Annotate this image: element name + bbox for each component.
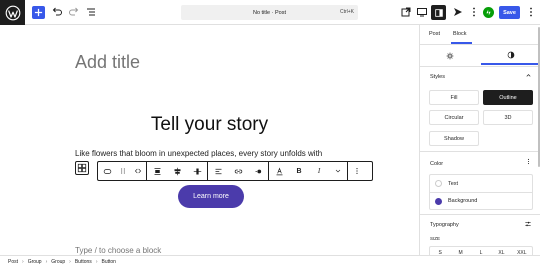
- settings-sidebar-toggle-icon[interactable]: [431, 5, 446, 20]
- jetpack-icon[interactable]: [483, 7, 494, 18]
- chevron-up-icon[interactable]: [525, 72, 532, 81]
- typography-panel-title: Typography: [430, 222, 459, 228]
- panel-divider: [420, 151, 540, 152]
- font-size-label: SIZE: [430, 236, 441, 241]
- story-paragraph[interactable]: Like flowers that bloom in unexpected pl…: [75, 149, 322, 158]
- save-button[interactable]: Save: [499, 6, 520, 19]
- move-arrows-icon[interactable]: [130, 162, 146, 180]
- redo-icon[interactable]: [67, 5, 81, 19]
- settings-gear-icon[interactable]: [420, 49, 480, 63]
- highlight-icon[interactable]: [248, 162, 268, 180]
- button-block-icon[interactable]: [98, 162, 116, 180]
- breadcrumb-separator-icon: ›: [22, 258, 24, 265]
- breadcrumb-item-group[interactable]: Group: [28, 259, 42, 265]
- send-icon[interactable]: [451, 5, 465, 19]
- tab-post[interactable]: Post: [429, 31, 440, 37]
- select-parent-group-button[interactable]: [75, 161, 89, 175]
- breadcrumb-separator-icon: ›: [69, 258, 71, 265]
- text-align-icon[interactable]: [208, 162, 228, 180]
- color-item-background-label: Background: [448, 198, 478, 204]
- font-size-s[interactable]: S: [430, 247, 450, 255]
- font-size-picker: S M L XL XXL: [429, 246, 533, 255]
- chevron-down-icon[interactable]: [329, 162, 347, 180]
- story-heading[interactable]: Tell your story: [0, 114, 419, 136]
- styles-panel-title: Styles: [430, 74, 445, 80]
- undo-icon[interactable]: [50, 5, 64, 19]
- text-color-icon[interactable]: [269, 162, 289, 180]
- breadcrumb-item-button[interactable]: Button: [101, 259, 115, 265]
- color-settings-group: Text Background: [429, 174, 533, 210]
- document-overview-icon[interactable]: [84, 5, 98, 19]
- block-options-icon[interactable]: [348, 162, 365, 180]
- vertical-align-icon[interactable]: [187, 162, 207, 180]
- color-item-text[interactable]: Text: [430, 175, 532, 192]
- styles-contrast-icon[interactable]: [481, 47, 540, 65]
- breadcrumb-item-buttons[interactable]: Buttons: [75, 259, 92, 265]
- font-size-m[interactable]: M: [450, 247, 470, 255]
- document-title-bar[interactable]: No title · Post Ctrl+K: [181, 5, 358, 20]
- align-center-icon[interactable]: [167, 162, 187, 180]
- font-size-xxl[interactable]: XXL: [512, 247, 532, 255]
- block-inspector-tabs: [420, 45, 540, 67]
- view-post-icon[interactable]: [399, 5, 413, 19]
- style-option-outline[interactable]: Outline: [483, 90, 533, 105]
- font-size-xl[interactable]: XL: [491, 247, 511, 255]
- style-option-circular[interactable]: Circular: [429, 110, 479, 125]
- editor-top-bar: No title · Post Ctrl+K Save: [0, 0, 540, 25]
- breadcrumb-item-post[interactable]: Post: [8, 259, 18, 265]
- post-title-input[interactable]: Add title: [75, 52, 140, 73]
- options-kebab-icon[interactable]: [467, 5, 481, 19]
- more-options-icon[interactable]: [524, 5, 538, 19]
- style-option-fill[interactable]: Fill: [429, 90, 479, 105]
- breadcrumb-separator-icon: ›: [95, 258, 98, 265]
- bold-icon[interactable]: B: [289, 162, 309, 180]
- panel-divider: [420, 214, 540, 215]
- style-option-shadow[interactable]: Shadow: [429, 131, 479, 146]
- editor-canvas: Add title Tell your story Like flowers t…: [0, 25, 419, 255]
- style-option-3d[interactable]: 3D: [483, 110, 533, 125]
- sidebar-tabs: Post Block: [420, 25, 540, 45]
- block-breadcrumb: Post › Group › Group › Buttons › Button: [0, 255, 540, 267]
- color-item-background[interactable]: Background: [430, 192, 532, 209]
- color-options-icon[interactable]: [525, 158, 532, 167]
- learn-more-button[interactable]: Learn more: [178, 185, 244, 208]
- typography-options-icon[interactable]: [524, 220, 532, 230]
- preview-device-icon[interactable]: [415, 5, 429, 19]
- tab-block[interactable]: Block: [450, 31, 474, 44]
- color-panel-title: Color: [430, 161, 444, 167]
- breadcrumb-item-group[interactable]: Group: [51, 259, 65, 265]
- settings-sidebar: Post Block Styles Fill Outline Circular …: [419, 25, 540, 255]
- document-title: No title · Post: [252, 9, 286, 16]
- font-size-l[interactable]: L: [471, 247, 491, 255]
- text-color-swatch: [435, 180, 442, 187]
- drag-handle-icon[interactable]: [116, 162, 130, 180]
- justify-icon[interactable]: [147, 162, 167, 180]
- italic-icon[interactable]: I: [309, 162, 329, 180]
- breadcrumb-separator-icon: ›: [45, 258, 48, 265]
- block-toolbar: B I: [97, 161, 373, 181]
- wordpress-logo-icon[interactable]: [0, 0, 25, 25]
- group-icon: [77, 163, 87, 173]
- link-icon[interactable]: [228, 162, 248, 180]
- add-block-button[interactable]: [32, 6, 45, 19]
- command-shortcut: Ctrl+K: [339, 9, 354, 15]
- block-appender[interactable]: Type / to choose a block: [75, 246, 161, 255]
- color-item-text-label: Text: [448, 180, 459, 187]
- background-color-swatch: [435, 197, 442, 205]
